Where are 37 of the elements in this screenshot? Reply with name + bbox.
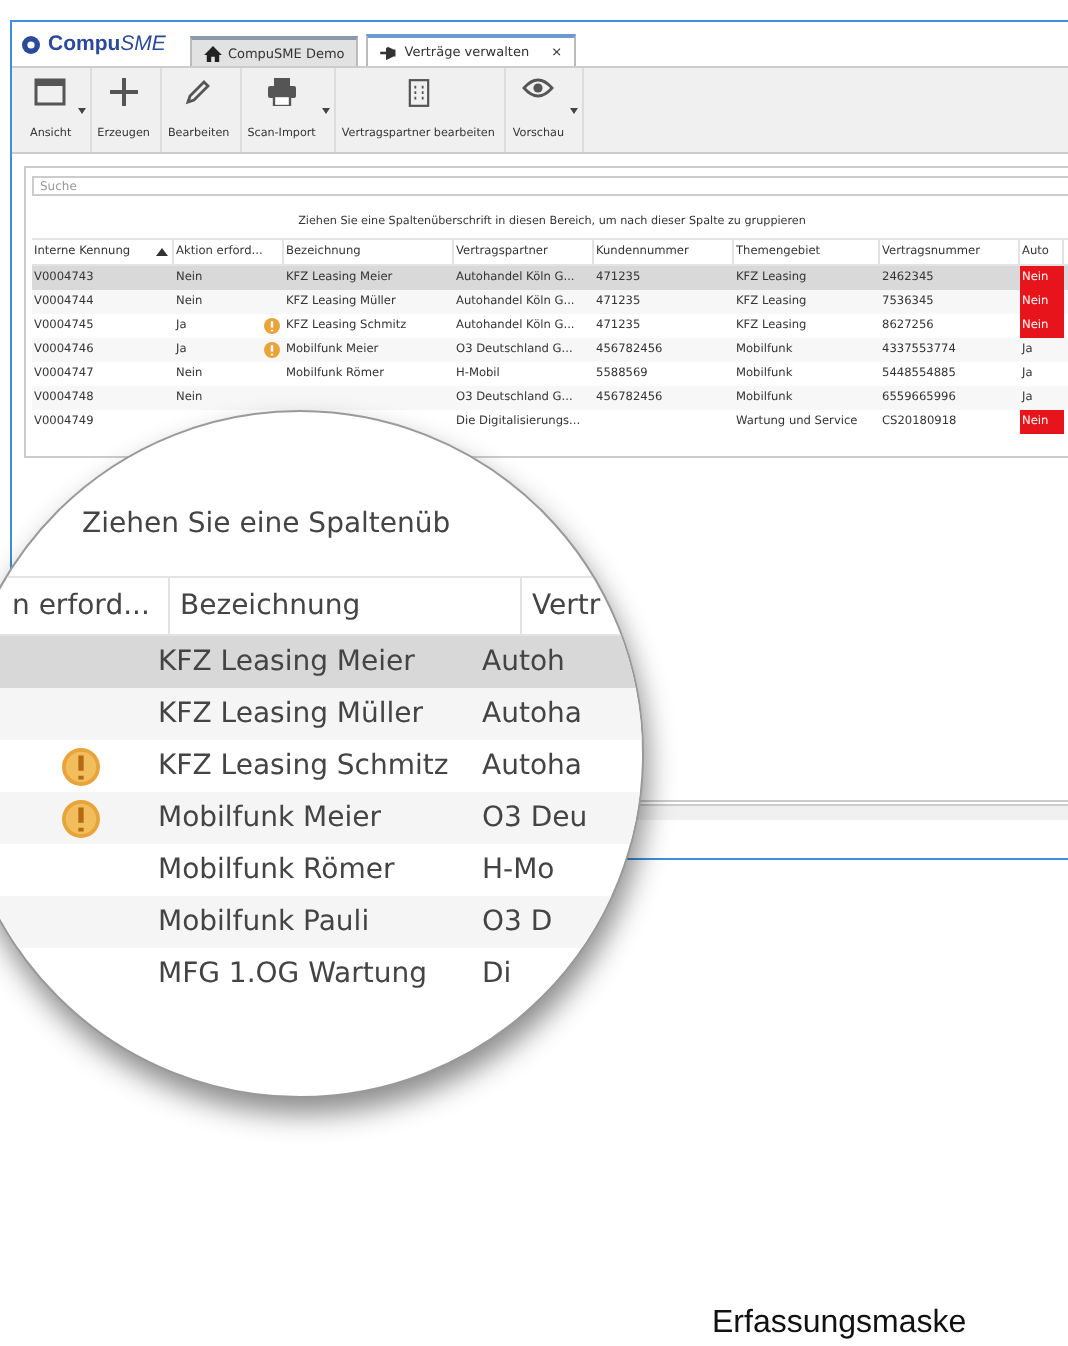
table-cell-text: KFZ Leasing Müller: [156, 698, 426, 730]
plus-icon: [109, 78, 138, 106]
table-cell-text: O3 D: [480, 906, 553, 938]
table-row[interactable]: KFZ Leasing Müller Autoha: [0, 688, 642, 740]
pin-icon: [380, 45, 399, 59]
building-icon: [407, 78, 430, 108]
caret-icon[interactable]: [321, 108, 330, 114]
table-row[interactable]: KFZ Leasing Schmitz Autoha: [0, 740, 642, 792]
caret-icon[interactable]: [570, 108, 579, 114]
caption: Erfassungsmaske: [712, 1304, 967, 1344]
logo-icon: [22, 35, 40, 53]
home-icon: [203, 45, 222, 61]
group-hint: Ziehen Sie eine Spaltenüb: [82, 508, 453, 540]
caret-icon[interactable]: [77, 108, 86, 114]
table-cell-text: Mobilfunk Meier: [156, 802, 383, 834]
table-cell-text: Autoha: [480, 750, 582, 782]
table-cell-text: MFG 1.OG Wartung: [156, 958, 430, 990]
table-cell-text: Autoh: [480, 646, 565, 678]
table-cell-text: KFZ Leasing Schmitz: [156, 750, 451, 782]
table-row[interactable]: Mobilfunk Meier O3 Deu: [0, 792, 642, 844]
printer-icon: [265, 78, 298, 106]
table-cell-text: Mobilfunk Pauli: [156, 906, 372, 938]
column-header[interactable]: n erford...: [0, 578, 170, 634]
column-header[interactable]: Bezeichnung: [170, 578, 522, 634]
column-header[interactable]: Vertr: [522, 578, 601, 634]
table-cell-text: H-Mo: [480, 854, 555, 886]
eye-icon: [522, 78, 555, 98]
table-cell-text: O3 Deu: [480, 802, 588, 834]
table-cell-text: Autoha: [480, 698, 582, 730]
window-icon: [34, 78, 67, 106]
table-row[interactable]: MFG 1.OG Wartung Di: [0, 948, 642, 1000]
app-logo: CompuSME: [48, 32, 166, 56]
pencil-icon: [184, 78, 213, 106]
table-cell-text: KFZ Leasing Meier: [156, 646, 417, 678]
table-cell-text: Mobilfunk Römer: [156, 854, 397, 886]
table-cell-text: Di: [480, 958, 512, 990]
table-row[interactable]: Mobilfunk Römer H-Mo: [0, 844, 642, 896]
